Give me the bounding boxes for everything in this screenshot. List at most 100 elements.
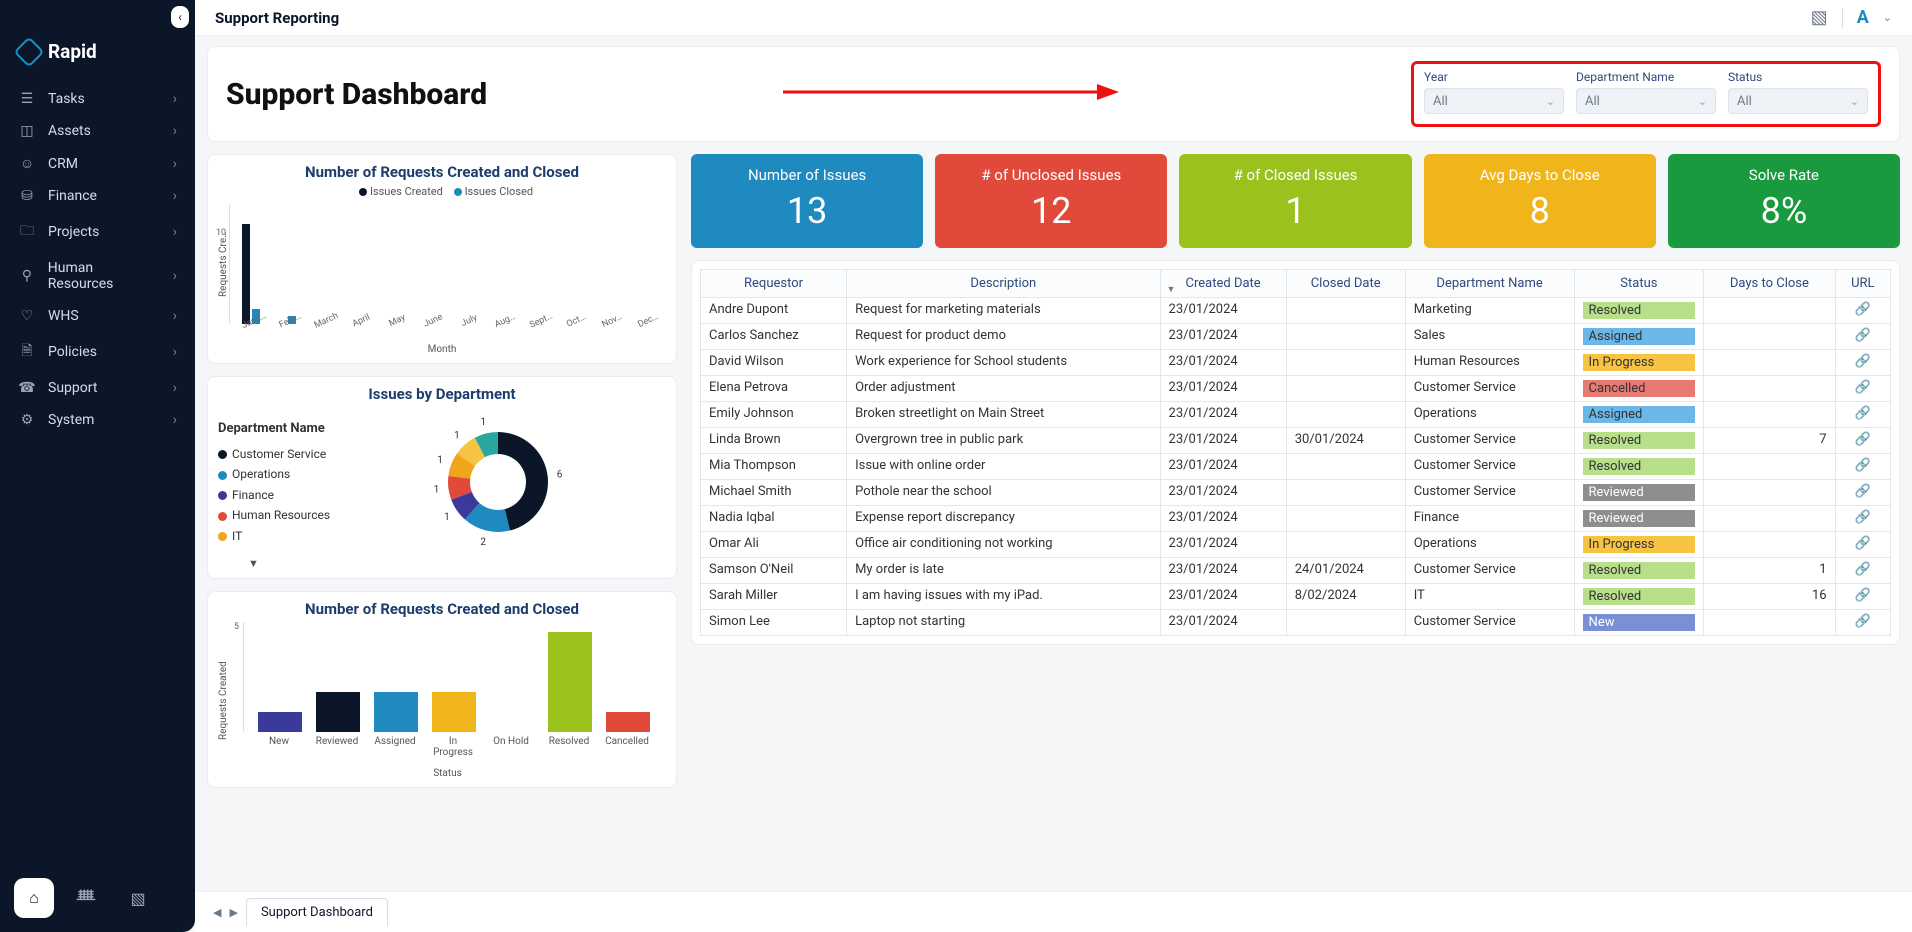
sidebar-collapse-button[interactable]: ‹	[171, 6, 189, 28]
row-link-button[interactable]: 🔗	[1835, 428, 1890, 454]
legend-more-icon[interactable]: ▼	[218, 557, 666, 570]
tab-strip: ◀ ▶ Support Dashboard	[195, 891, 1912, 932]
cell-closed: 24/01/2024	[1286, 558, 1405, 584]
tab-support-dashboard[interactable]: Support Dashboard	[246, 898, 388, 926]
tab-next-button[interactable]: ▶	[229, 906, 237, 919]
table-header[interactable]: Closed Date	[1286, 270, 1405, 298]
table-header[interactable]: Requestor	[701, 270, 847, 298]
chart-icon-button[interactable]: ▧	[1811, 7, 1828, 28]
cell-days	[1704, 324, 1835, 350]
table-header[interactable]: Days to Close	[1704, 270, 1835, 298]
row-link-button[interactable]: 🔗	[1835, 558, 1890, 584]
logo-link[interactable]: A	[1857, 7, 1869, 28]
sitemap-button[interactable]: ᚙ	[66, 878, 106, 918]
bar-group	[523, 224, 553, 324]
cell-closed	[1286, 350, 1405, 376]
cell-department: Customer Service	[1405, 480, 1574, 506]
bar-group	[558, 224, 588, 324]
filter-year-select[interactable]: All⌄	[1424, 88, 1564, 114]
cell-days	[1704, 506, 1835, 532]
row-link-button[interactable]: 🔗	[1835, 584, 1890, 610]
row-link-button[interactable]: 🔗	[1835, 376, 1890, 402]
cell-status: Reviewed	[1574, 506, 1704, 532]
sidebar-item-system[interactable]: ⚙System›	[0, 404, 195, 436]
table-header[interactable]: Status	[1574, 270, 1704, 298]
table-row: Elena PetrovaOrder adjustment23/01/2024C…	[701, 376, 1891, 402]
tab-prev-button[interactable]: ◀	[213, 906, 221, 919]
cell-created: 23/01/2024	[1160, 428, 1286, 454]
cell-status: Resolved	[1574, 454, 1704, 480]
nav-icon: ⚲	[18, 268, 36, 284]
sidebar-item-finance[interactable]: ⛁Finance›	[0, 180, 195, 212]
cell-description: Request for marketing materials	[847, 298, 1160, 324]
sidebar-item-human-resources[interactable]: ⚲Human Resources›	[0, 252, 195, 300]
sidebar-item-policies[interactable]: 🗎Policies›	[0, 332, 195, 372]
chevron-down-icon[interactable]: ⌄	[1883, 11, 1892, 24]
bar	[374, 692, 418, 732]
bar-wrap	[258, 712, 302, 732]
sidebar-item-assets[interactable]: ◫Assets›	[0, 115, 195, 147]
table-row: Linda BrownOvergrown tree in public park…	[701, 428, 1891, 454]
y-tick: 10	[216, 228, 226, 238]
cell-status: Resolved	[1574, 558, 1704, 584]
row-link-button[interactable]: 🔗	[1835, 298, 1890, 324]
table-header[interactable]: Description	[847, 270, 1160, 298]
sidebar-item-projects[interactable]: 🗀Projects›	[0, 212, 195, 252]
cell-closed: 30/01/2024	[1286, 428, 1405, 454]
row-link-button[interactable]: 🔗	[1835, 610, 1890, 636]
kpi-card: Avg Days to Close 8	[1424, 154, 1656, 248]
bar	[432, 692, 476, 732]
legend-item: Customer Service	[218, 444, 330, 464]
chevron-right-icon: ›	[173, 380, 177, 396]
cell-closed	[1286, 324, 1405, 350]
row-link-button[interactable]: 🔗	[1835, 532, 1890, 558]
cell-requestor: Sarah Miller	[701, 584, 847, 610]
filter-department-select[interactable]: All⌄	[1576, 88, 1716, 114]
filters-panel: Year All⌄ Department Name All⌄ Status Al…	[1411, 61, 1881, 127]
x-tick-label: On Hold	[489, 736, 533, 758]
kpi-card: Number of Issues13	[691, 154, 923, 248]
cell-created: 23/01/2024	[1160, 298, 1286, 324]
kpi-label: Avg Days to Close	[1430, 166, 1650, 184]
kpi-value: 8%	[1674, 190, 1894, 232]
table-header[interactable]: Department Name	[1405, 270, 1574, 298]
row-link-button[interactable]: 🔗	[1835, 506, 1890, 532]
chevron-right-icon: ›	[173, 188, 177, 204]
slice-label: 6	[557, 470, 563, 481]
cell-days: 7	[1704, 428, 1835, 454]
nav-icon: ⛁	[18, 188, 36, 204]
kpi-card: # of Closed Issues1	[1179, 154, 1411, 248]
row-link-button[interactable]: 🔗	[1835, 402, 1890, 428]
cell-days	[1704, 298, 1835, 324]
chart-requests-by-status: Number of Requests Created and Closed Re…	[207, 591, 677, 788]
cell-created: 23/01/2024	[1160, 350, 1286, 376]
bar-group	[594, 224, 624, 324]
cell-department: Customer Service	[1405, 428, 1574, 454]
home-button[interactable]: ⌂	[14, 878, 54, 918]
row-link-button[interactable]: 🔗	[1835, 324, 1890, 350]
row-link-button[interactable]: 🔗	[1835, 350, 1890, 376]
row-link-button[interactable]: 🔗	[1835, 454, 1890, 480]
kpi-label: # of Closed Issues	[1185, 166, 1405, 184]
dashboard-icon-button[interactable]: ▧	[118, 878, 158, 918]
cell-status: Assigned	[1574, 324, 1704, 350]
table-header[interactable]: URL	[1835, 270, 1890, 298]
row-link-button[interactable]: 🔗	[1835, 480, 1890, 506]
cell-closed	[1286, 610, 1405, 636]
sidebar-item-whs[interactable]: ♡WHS›	[0, 300, 195, 332]
cell-description: Laptop not starting	[847, 610, 1160, 636]
sidebar-item-support[interactable]: ☎Support›	[0, 372, 195, 404]
cell-department: IT	[1405, 584, 1574, 610]
table-header[interactable]: Created Date	[1160, 270, 1286, 298]
table-row: Emily JohnsonBroken streetlight on Main …	[701, 402, 1891, 428]
filter-status-select[interactable]: All⌄	[1728, 88, 1868, 114]
sidebar-item-crm[interactable]: ☺CRM›	[0, 147, 195, 180]
nav-icon: 🗀	[18, 220, 36, 244]
legend-item: IT	[218, 526, 330, 546]
bar-group	[236, 224, 266, 324]
kpi-value: 8	[1430, 190, 1650, 232]
table-row: Simon LeeLaptop not starting23/01/2024Cu…	[701, 610, 1891, 636]
sidebar-item-tasks[interactable]: ☰Tasks›	[0, 83, 195, 115]
legend-item: Finance	[218, 485, 330, 505]
nav-icon: ☺	[18, 155, 36, 172]
